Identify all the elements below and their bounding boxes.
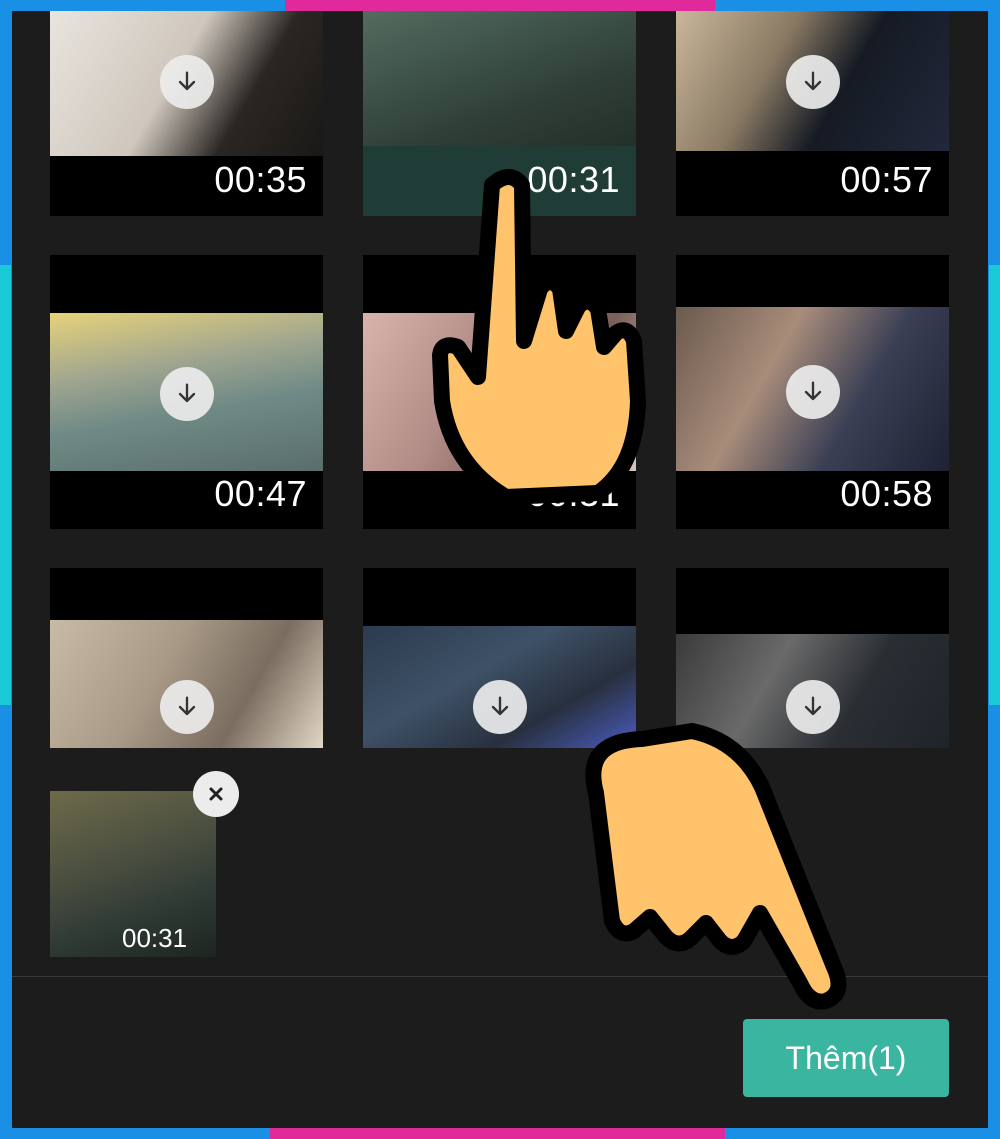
download-arrow-icon[interactable]: [786, 365, 840, 419]
video-tile[interactable]: 00:58: [676, 255, 949, 529]
video-thumbnail: [363, 11, 636, 146]
pointing-hand-icon: [585, 723, 847, 1010]
frame-accent-right: [989, 265, 1000, 705]
video-tile[interactable]: 00:47: [50, 255, 323, 529]
selected-clip-thumbnail[interactable]: 00:31: [50, 791, 216, 957]
video-duration: 00:58: [840, 473, 933, 514]
download-arrow-icon[interactable]: [473, 680, 527, 734]
video-tile[interactable]: [50, 568, 323, 748]
video-duration: 00:47: [214, 473, 307, 514]
video-tile[interactable]: 00:57: [676, 11, 949, 216]
frame-accent-left: [0, 265, 11, 705]
selected-clip-duration: 00:31: [122, 923, 188, 953]
frame-accent-bottom: [270, 1128, 725, 1139]
download-arrow-icon[interactable]: [160, 367, 214, 421]
video-tile[interactable]: 00:35: [50, 11, 323, 216]
download-arrow-icon[interactable]: [160, 680, 214, 734]
download-arrow-icon[interactable]: [160, 55, 214, 109]
frame-accent-top: [285, 0, 715, 11]
video-duration: 00:35: [214, 159, 307, 200]
video-duration: 00:57: [840, 159, 933, 200]
video-picker-panel: 00:35 00:31 00:57 00:47 00:31 00:58: [12, 11, 988, 1128]
pointing-hand-icon: [432, 169, 646, 505]
download-arrow-icon[interactable]: [786, 55, 840, 109]
close-icon[interactable]: [193, 771, 239, 817]
